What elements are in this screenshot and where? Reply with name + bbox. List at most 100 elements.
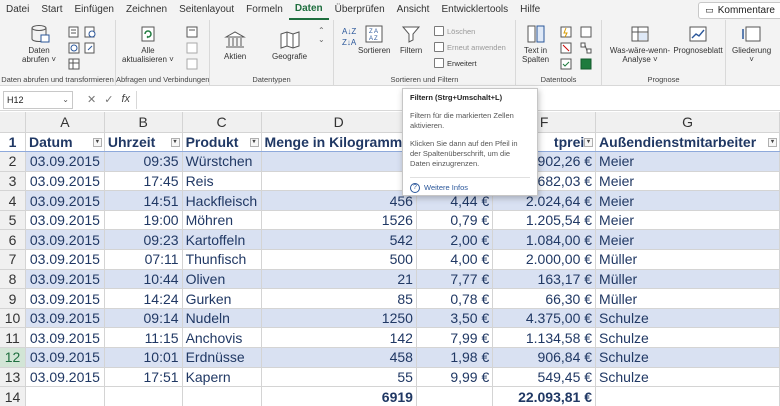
table-cell[interactable]: 1.134,58 € [492,327,597,349]
row-header[interactable]: 11 [0,327,26,349]
clear-filter-button[interactable]: Löschen [434,26,475,36]
table-cell[interactable]: 03.09.2015 [25,210,105,231]
table-cell[interactable]: Meier [595,229,780,251]
table-cell[interactable]: 2,00 € [416,229,494,251]
table-cell[interactable]: 03.09.2015 [25,347,105,368]
table-cell[interactable]: 03.09.2015 [25,288,105,309]
table-cell[interactable]: 17:45 [104,171,183,192]
table-cell[interactable]: 14:24 [104,288,183,309]
column-header-C[interactable]: C [182,112,262,133]
total-cell[interactable] [25,386,105,406]
table-cell[interactable]: 03.09.2015 [25,190,105,211]
menu-tab-9[interactable]: Entwicklertools [435,0,514,20]
table-cell[interactable]: 906,84 € [492,347,597,368]
table-cell[interactable]: Schulze [595,308,780,329]
row-header[interactable]: 3 [0,171,26,192]
table-cell[interactable]: 7,99 € [416,327,494,349]
row-header[interactable]: 1 [0,132,26,153]
table-cell[interactable]: Kapern [182,367,262,388]
column-header-A[interactable]: A [25,112,105,133]
table-cell[interactable]: 4.375,00 € [492,308,597,329]
menu-tab-2[interactable]: Einfügen [68,0,119,20]
table-cell[interactable]: 9,99 € [416,367,494,388]
table-cell[interactable]: Müller [595,288,780,309]
table-cell[interactable]: Nudeln [182,308,262,329]
table-cell[interactable]: Schulze [595,327,780,349]
menu-tab-0[interactable]: Datei [0,0,35,20]
table-cell[interactable]: 17:51 [104,367,183,388]
filter-dropdown-icon[interactable]: ▾ [768,137,777,147]
row-header[interactable]: 14 [0,386,26,406]
consolidate-icon[interactable] [580,26,592,38]
row-header[interactable]: 2 [0,151,26,172]
table-cell[interactable]: 458 [261,347,417,368]
outline-button[interactable]: Gliederung ˅ [732,24,771,64]
geography-button[interactable]: Geografie [272,30,307,61]
stocks-button[interactable]: Aktien [224,30,246,61]
row-header[interactable]: 6 [0,229,26,251]
sort-az-icons[interactable]: A↓Z Z↓A [342,26,356,48]
table-cell[interactable]: 03.09.2015 [25,171,105,192]
filter-button[interactable]: Filtern [400,24,422,55]
total-cell[interactable] [182,386,262,406]
row-header[interactable]: 13 [0,367,26,388]
row-header[interactable]: 7 [0,249,26,270]
table-cell[interactable]: 03.09.2015 [25,229,105,251]
total-cell[interactable]: 22.093,81 € [492,386,597,406]
table-cell[interactable]: Gurken [182,288,262,309]
table-cell[interactable]: Schulze [595,347,780,368]
row-header[interactable]: 4 [0,190,26,211]
table-cell[interactable]: 14:51 [104,190,183,211]
table-cell[interactable]: 10:01 [104,347,183,368]
comments-button[interactable]: ▭ Kommentare [698,2,780,19]
data-model-icon[interactable] [580,58,592,70]
table-cell[interactable]: 19:00 [104,210,183,231]
filter-dropdown-icon[interactable]: ▾ [249,137,259,147]
table-cell[interactable]: 9 [261,151,417,172]
menu-tab-3[interactable]: Zeichnen [120,0,173,20]
table-header-cell[interactable]: Außendienstmitarbeiter ▾ [595,132,780,153]
get-data-button[interactable]: Daten abrufen ˅ [22,24,56,64]
table-cell[interactable]: 66,30 € [492,288,597,309]
filter-dropdown-icon[interactable]: ▾ [170,137,180,147]
forecast-sheet-button[interactable]: Prognoseblatt [672,24,724,55]
menu-tab-8[interactable]: Ansicht [391,0,436,20]
filter-dropdown-icon[interactable]: ▾ [584,137,594,147]
table-cell[interactable]: Meier [595,151,780,172]
table-cell[interactable]: Anchovis [182,327,262,349]
reapply-button[interactable]: Erneut anwenden [434,42,506,52]
table-cell[interactable]: Thunfisch [182,249,262,270]
table-header-cell[interactable]: Produkt ▾ [182,132,262,153]
table-cell[interactable]: 03.09.2015 [25,249,105,270]
advanced-filter-button[interactable]: Erweitert [434,58,477,68]
table-cell[interactable]: 542 [261,229,417,251]
text-to-columns-button[interactable]: Text in Spalten [522,24,549,64]
table-header-cell[interactable]: Uhrzeit ▾ [104,132,183,153]
table-cell[interactable]: 07:11 [104,249,183,270]
table-cell[interactable]: 0,78 € [416,288,494,309]
table-cell[interactable]: 21 [261,269,417,290]
fx-icon[interactable]: fx [121,93,130,106]
menu-tab-7[interactable]: Überprüfen [329,0,391,20]
data-validation-icon[interactable] [560,58,572,70]
recent-sources-icon[interactable] [84,26,96,38]
remove-duplicates-icon[interactable] [560,42,572,54]
table-cell[interactable]: 4,00 € [416,249,494,270]
table-cell[interactable]: Müller [595,249,780,270]
queries-icon[interactable] [186,26,198,38]
table-cell[interactable]: 09:23 [104,229,183,251]
column-header-B[interactable]: B [104,112,183,133]
what-if-button[interactable]: Was-wäre-wenn- Analyse ˅ [606,24,674,64]
menu-tab-4[interactable]: Seitenlayout [173,0,240,20]
table-cell[interactable]: Reis [182,171,262,192]
table-cell[interactable]: Hackfleisch [182,190,262,211]
name-box[interactable]: H12 ⌄ [3,90,73,109]
table-cell[interactable]: 11:15 [104,327,183,349]
table-cell[interactable]: 03.09.2015 [25,151,105,172]
total-cell[interactable] [416,386,494,406]
row-header[interactable]: 8 [0,269,26,290]
table-cell[interactable]: Möhren [182,210,262,231]
row-header[interactable]: 5 [0,210,26,231]
table-cell[interactable]: 500 [261,249,417,270]
table-cell[interactable]: 7,77 € [416,269,494,290]
